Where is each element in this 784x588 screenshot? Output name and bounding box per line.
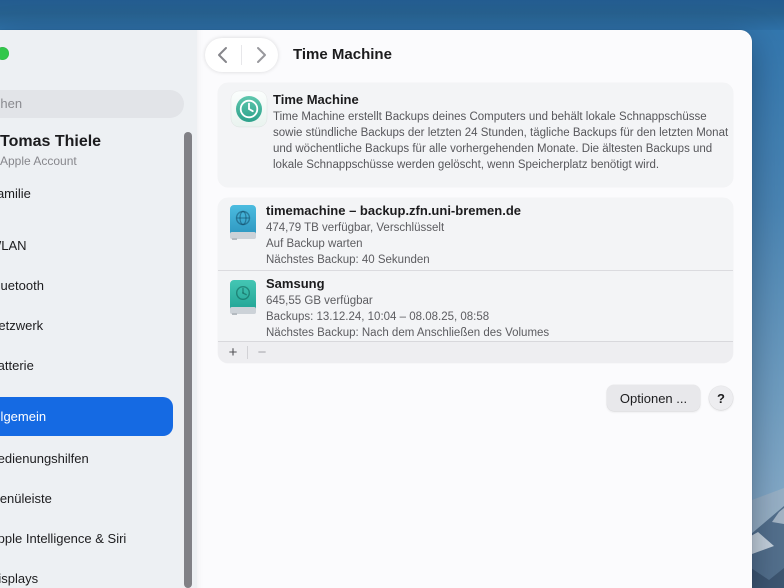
sidebar-item-wlan[interactable]: WLAN (0, 234, 173, 256)
sidebar-item-label: Menüleiste (0, 491, 52, 506)
traffic-light-green[interactable] (0, 47, 9, 60)
search-input[interactable]: Suchen (0, 90, 184, 118)
remove-destination-button[interactable]: − (253, 343, 271, 363)
nav-divider (241, 45, 242, 65)
sidebar-item-label: Familie (0, 186, 31, 201)
sidebar-item-allgemein[interactable]: Allgemein (0, 397, 173, 436)
destination-detail: 645,55 GB verfügbar (266, 293, 549, 309)
info-card-title: Time Machine (273, 92, 359, 107)
destination-detail: Nächstes Backup: Nach dem Anschließen de… (266, 325, 549, 341)
destination-detail: Nächstes Backup: 40 Sekunden (266, 252, 444, 268)
sidebar-item-menueleiste[interactable]: Menüleiste (0, 487, 173, 509)
sidebar-item-bedienungshilfen[interactable]: Bedienungshilfen (0, 447, 173, 469)
destination-details: 645,55 GB verfügbarBackups: 13.12.24, 10… (266, 293, 549, 342)
sidebar-item-familie[interactable]: Familie (0, 182, 173, 204)
list-toolbar: + − (218, 341, 733, 363)
destination-name: Samsung (266, 276, 325, 291)
sidebar-item-label: Allgemein (0, 409, 46, 424)
sidebar: Suchen Tomas Thiele Apple Account Famili… (0, 30, 198, 588)
sidebar-item-batterie[interactable]: Batterie (0, 354, 173, 376)
destination-details: 474,79 TB verfügbar, VerschlüsseltAuf Ba… (266, 220, 444, 269)
sidebar-item-displays[interactable]: Displays (0, 567, 173, 588)
destination-detail: Backups: 13.12.24, 10:04 – 08.08.25, 08:… (266, 309, 549, 325)
timemachine-drive-icon (230, 280, 256, 316)
info-card-description: Time Machine erstellt Backups deines Com… (273, 109, 731, 173)
sidebar-item-apple-intelligence-siri[interactable]: Apple Intelligence & Siri (0, 527, 173, 549)
backup-destination-row[interactable]: timemachine – backup.zfn.uni-bremen.de 4… (218, 198, 733, 270)
system-settings-window: Suchen Tomas Thiele Apple Account Famili… (0, 30, 752, 588)
chevron-right-icon (256, 46, 267, 64)
desktop: Suchen Tomas Thiele Apple Account Famili… (0, 0, 784, 588)
settings-pane: Time Machine (197, 30, 752, 588)
destination-detail: Auf Backup warten (266, 236, 444, 252)
forward-button[interactable] (246, 40, 276, 70)
help-button[interactable]: ? (709, 386, 733, 410)
network-drive-icon (230, 205, 256, 241)
sidebar-item-label: Displays (0, 571, 38, 586)
toolbar-divider (247, 346, 248, 359)
backup-destination-row[interactable]: Samsung 645,55 GB verfügbarBackups: 13.1… (218, 270, 733, 341)
destination-detail: 474,79 TB verfügbar, Verschlüsselt (266, 220, 444, 236)
destination-name: timemachine – backup.zfn.uni-bremen.de (266, 203, 521, 218)
sidebar-item-label: Netzwerk (0, 318, 43, 333)
account-name: Tomas Thiele (0, 133, 101, 151)
history-nav (205, 38, 278, 72)
sidebar-item-label: Bedienungshilfen (0, 451, 89, 466)
account-subtitle: Apple Account (0, 154, 77, 168)
options-button[interactable]: Optionen ... (607, 385, 700, 411)
add-destination-button[interactable]: + (224, 343, 242, 363)
backup-destination-list: timemachine – backup.zfn.uni-bremen.de 4… (218, 198, 733, 341)
sidebar-item-netzwerk[interactable]: Netzwerk (0, 314, 173, 336)
pane-title: Time Machine (293, 46, 392, 63)
menu-bar (0, 0, 784, 30)
sidebar-item-bluetooth[interactable]: Bluetooth (0, 274, 173, 296)
timemachine-info-card: Time Machine Time Machine erstellt Backu… (218, 83, 733, 187)
chevron-left-icon (217, 46, 228, 64)
search-placeholder: Suchen (0, 90, 22, 118)
sidebar-scrollbar[interactable] (184, 132, 192, 588)
sidebar-item-label: Apple Intelligence & Siri (0, 531, 126, 546)
time-machine-app-icon (230, 90, 268, 128)
backup-destinations-card: timemachine – backup.zfn.uni-bremen.de 4… (218, 198, 733, 363)
sidebar-item-label: Bluetooth (0, 278, 44, 293)
sidebar-item-label: Batterie (0, 358, 34, 373)
back-button[interactable] (207, 40, 237, 70)
sidebar-item-label: WLAN (0, 238, 27, 253)
